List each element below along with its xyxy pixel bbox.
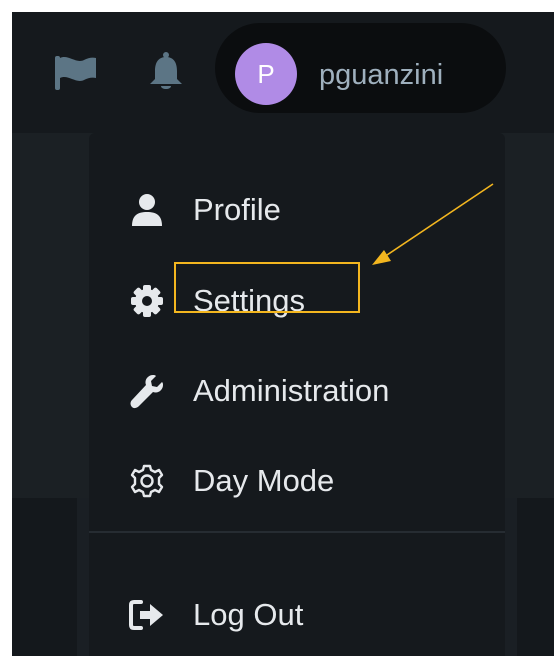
- annotation-arrow: [372, 183, 494, 265]
- screen: P pguanzini Profile Settings Administrat…: [12, 12, 554, 656]
